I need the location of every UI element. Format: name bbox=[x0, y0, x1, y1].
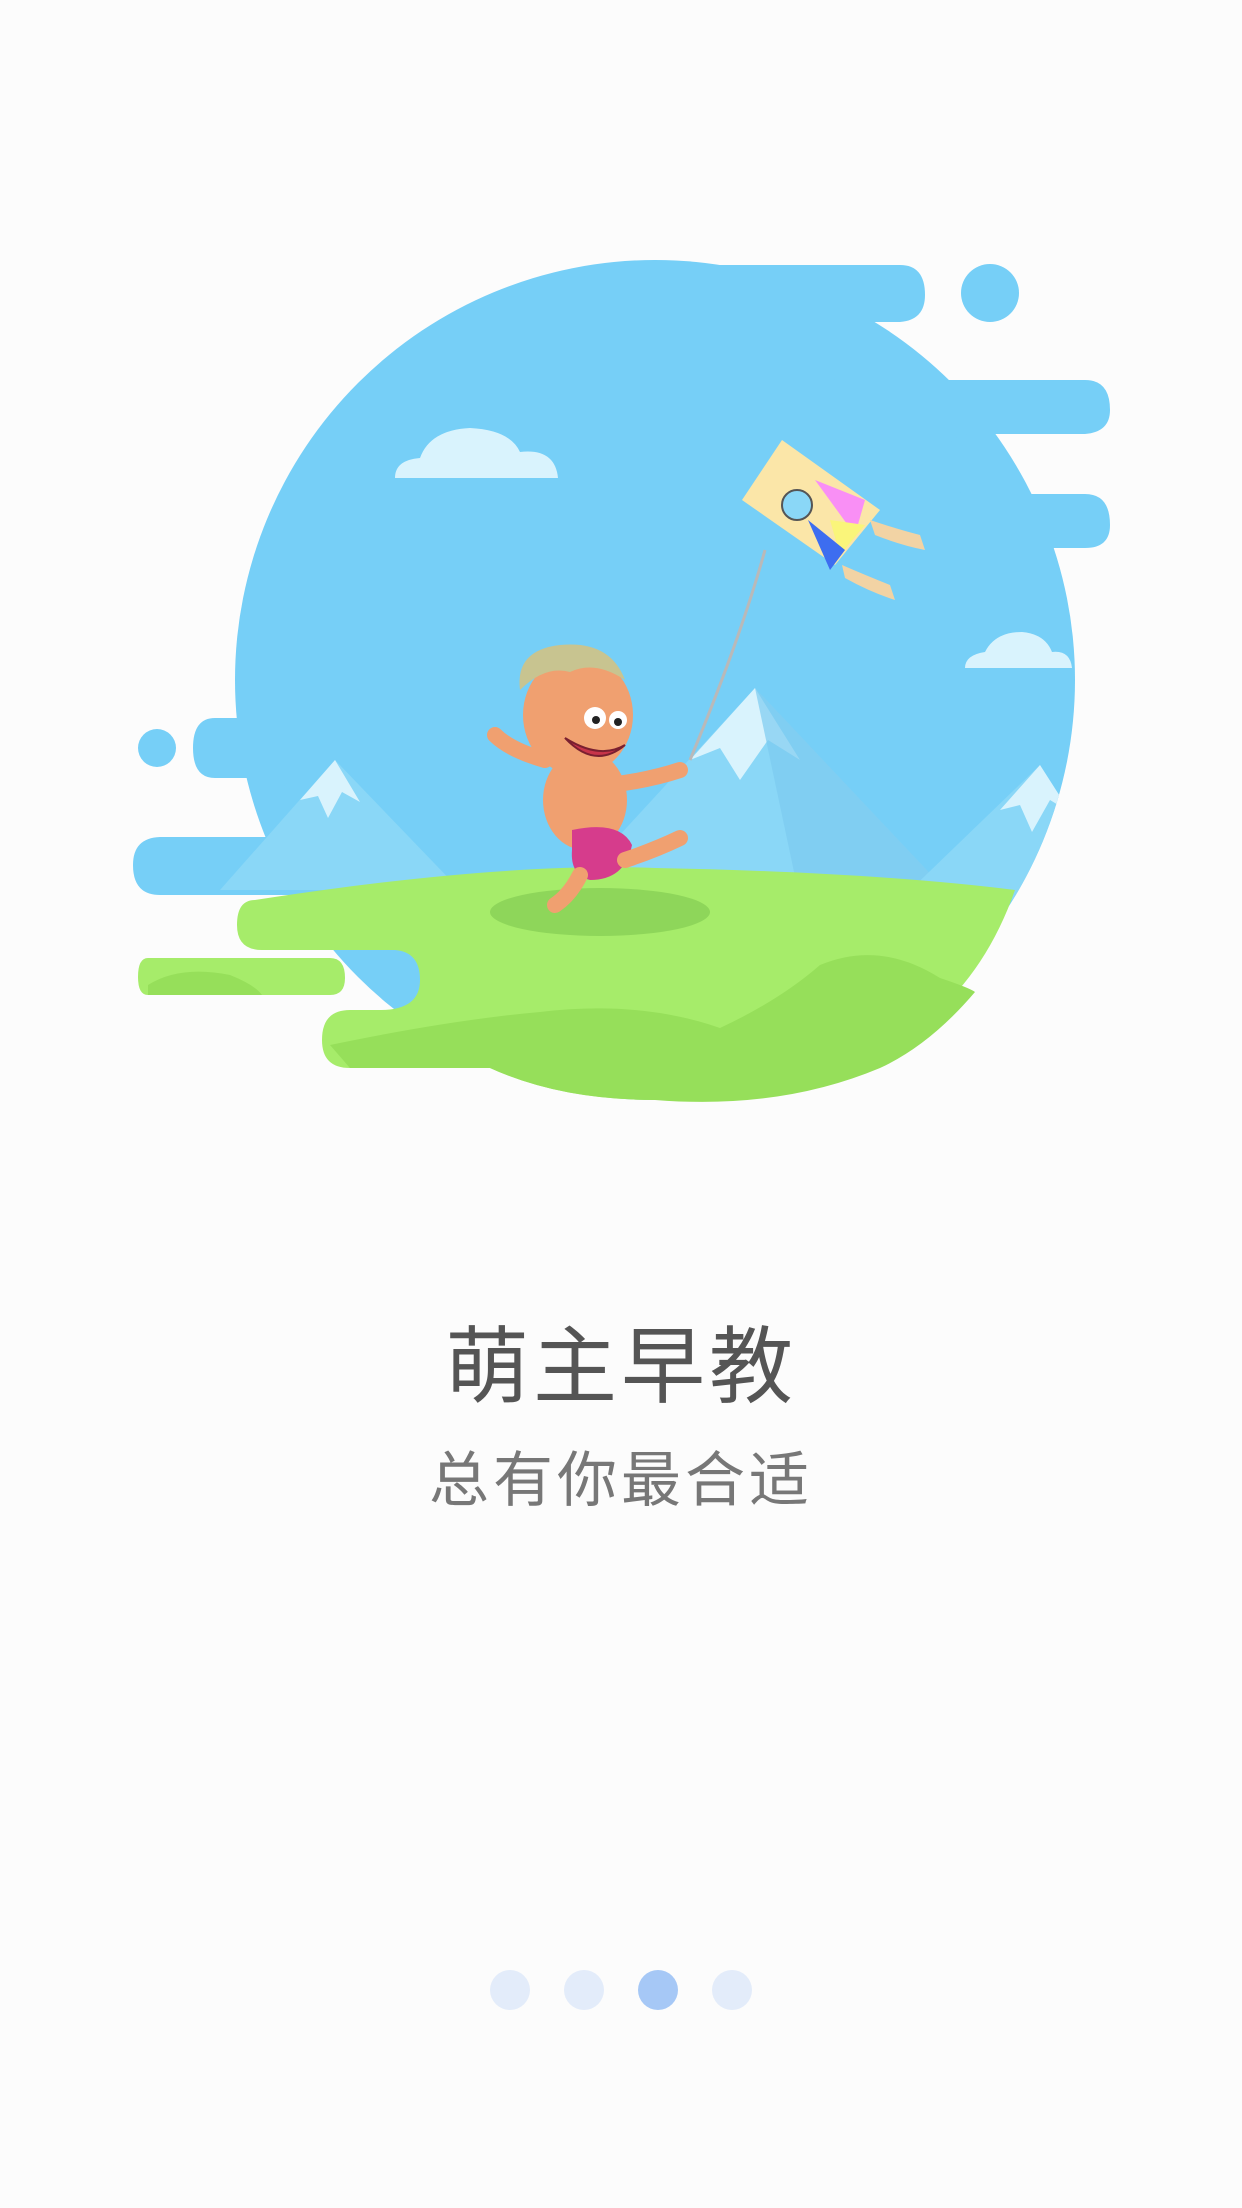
grass bbox=[138, 867, 1015, 1102]
page-dot-4[interactable] bbox=[712, 1970, 752, 2010]
page-indicator bbox=[0, 1970, 1242, 2010]
page-dot-3-active[interactable] bbox=[638, 1970, 678, 2010]
onboarding-screen: 萌主早教 总有你最合适 bbox=[0, 0, 1242, 2208]
page-dot-2[interactable] bbox=[564, 1970, 604, 2010]
page-subtitle: 总有你最合适 bbox=[429, 1446, 813, 1516]
page-title: 萌主早教 bbox=[444, 1318, 797, 1416]
page-dot-1[interactable] bbox=[490, 1970, 530, 2010]
kite-illustration bbox=[133, 260, 1110, 1102]
